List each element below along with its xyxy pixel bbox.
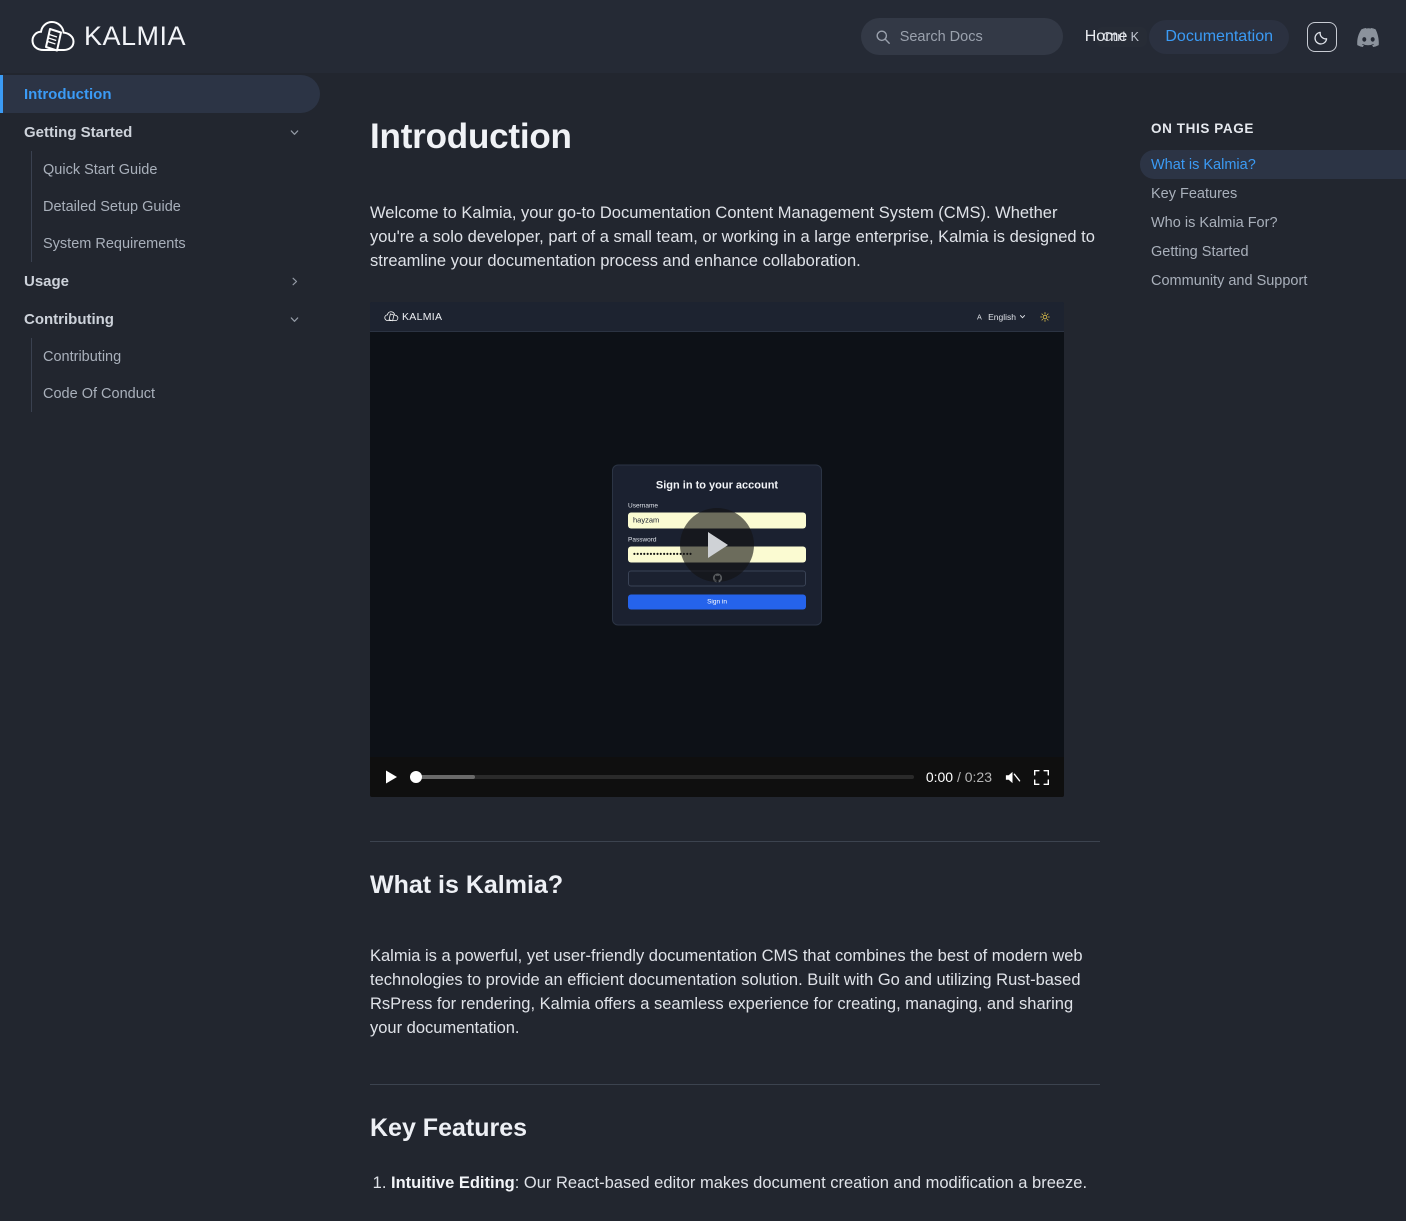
cloud-document-logo-icon xyxy=(31,20,75,51)
discord-link[interactable] xyxy=(1355,27,1380,47)
toc-item-who-is-kalmia-for[interactable]: Who is Kalmia For? xyxy=(1140,208,1406,237)
section-divider xyxy=(370,1084,1100,1085)
toc-item-label: Getting Started xyxy=(1151,243,1249,260)
video-duration: 0:23 xyxy=(964,769,992,785)
sidebar-item-introduction[interactable]: Introduction xyxy=(0,75,320,113)
list-item: Intuitive Editing: Our React-based edito… xyxy=(391,1171,1100,1195)
sidebar-item-label: System Requirements xyxy=(43,235,186,252)
search-icon xyxy=(876,30,890,44)
chevron-right-icon xyxy=(292,277,298,285)
language-selector[interactable]: A English xyxy=(977,312,1026,322)
theme-toggle-button[interactable] xyxy=(1307,21,1337,52)
language-label: English xyxy=(988,311,1016,322)
toc-item-label: Who is Kalmia For? xyxy=(1151,214,1278,231)
search-box[interactable]: Ctrl K xyxy=(860,18,1147,55)
search-input[interactable] xyxy=(899,28,1087,45)
feature-description: : Our React-based editor makes document … xyxy=(514,1174,1088,1192)
video-controls: 0:00 / 0:23 xyxy=(370,757,1064,797)
toc-title: ON THIS PAGE xyxy=(1151,121,1254,136)
sidebar-item-system-requirements[interactable]: System Requirements xyxy=(32,225,340,262)
sidebar-group-contributing[interactable]: Contributing xyxy=(0,300,320,338)
video-brand-name: KALMIA xyxy=(402,310,443,323)
discord-icon xyxy=(1357,27,1379,47)
brand-name: KALMIA xyxy=(84,21,187,51)
video-header-actions: A English xyxy=(977,312,1050,322)
sun-icon[interactable] xyxy=(1040,311,1050,322)
cloud-document-logo-icon xyxy=(384,311,399,322)
nav-link-home[interactable]: Home xyxy=(1081,26,1132,48)
video-time-display: 0:00 / 0:23 xyxy=(926,769,992,785)
toc-item-what-is-kalmia[interactable]: What is Kalmia? xyxy=(1140,150,1406,179)
top-header: KALMIA Ctrl K Home Documentation xyxy=(0,0,1406,73)
chevron-down-icon xyxy=(1019,315,1026,319)
section-paragraph-what-is-kalmia: Kalmia is a powerful, yet user-friendly … xyxy=(370,947,1083,1037)
intro-paragraph: Welcome to Kalmia, your go-to Documentat… xyxy=(370,204,1095,270)
toc-item-label: Key Features xyxy=(1151,185,1238,202)
play-button[interactable] xyxy=(384,769,398,785)
signin-button[interactable]: Sign in xyxy=(628,594,806,609)
translate-icon: A xyxy=(977,313,982,321)
brand-logo[interactable]: KALMIA xyxy=(30,17,186,57)
sidebar-item-quick-start-guide[interactable]: Quick Start Guide xyxy=(32,151,340,188)
sidebar-group-getting-started[interactable]: Getting Started xyxy=(0,113,320,151)
video-player[interactable]: KALMIA A English Sign in to your account… xyxy=(370,302,1064,797)
sidebar-group-label: Contributing xyxy=(24,310,114,328)
play-icon xyxy=(708,531,728,558)
sidebar-item-detailed-setup-guide[interactable]: Detailed Setup Guide xyxy=(32,188,340,225)
video-time-separator: / xyxy=(956,769,961,785)
feature-term: Intuitive Editing xyxy=(391,1174,515,1192)
sidebar-item-label: Detailed Setup Guide xyxy=(43,198,181,215)
sidebar-item-contributing[interactable]: Contributing xyxy=(32,338,340,375)
nav-link-documentation[interactable]: Documentation xyxy=(1149,19,1289,54)
section-heading-key-features: Key Features xyxy=(370,1114,528,1142)
svg-text:A: A xyxy=(977,313,982,321)
video-current-time: 0:00 xyxy=(925,769,954,785)
section-divider xyxy=(370,841,1100,842)
header-actions: Ctrl K Home Documentation xyxy=(860,0,1380,73)
toc-item-community-and-support[interactable]: Community and Support xyxy=(1140,266,1406,295)
sidebar-item-label: Code Of Conduct xyxy=(43,385,156,402)
on-this-page-panel: ON THIS PAGE What is Kalmia? Key Feature… xyxy=(1140,73,1406,1221)
sidebar-item-code-of-conduct[interactable]: Code Of Conduct xyxy=(32,375,340,412)
toc-item-label: What is Kalmia? xyxy=(1151,156,1256,173)
toc-item-getting-started[interactable]: Getting Started xyxy=(1140,237,1406,266)
page-title: Introduction xyxy=(370,117,572,156)
fullscreen-icon[interactable] xyxy=(1033,769,1050,786)
sidebar-item-label: Introduction xyxy=(24,85,112,103)
video-brand-logo: KALMIA xyxy=(384,310,442,323)
sidebar-item-label: Contributing xyxy=(43,348,122,365)
sidebar-group-label: Usage xyxy=(24,272,70,290)
video-play-overlay-button[interactable] xyxy=(680,507,754,582)
toc-item-label: Community and Support xyxy=(1151,272,1308,289)
sidebar-group-label: Getting Started xyxy=(24,123,133,141)
login-title: Sign in to your account xyxy=(655,479,779,491)
section-heading-what-is-kalmia: What is Kalmia? xyxy=(370,871,564,899)
sidebar-nav: Introduction Getting Started Quick Start… xyxy=(0,73,340,1221)
muted-speaker-icon[interactable] xyxy=(1004,769,1021,786)
video-progress-handle[interactable] xyxy=(410,771,422,783)
video-progress-slider[interactable] xyxy=(410,771,914,783)
chevron-down-icon xyxy=(290,129,299,135)
key-features-list: Intuitive Editing: Our React-based edito… xyxy=(370,1171,1100,1195)
chevron-down-icon xyxy=(290,316,299,322)
moon-icon xyxy=(1313,31,1327,45)
sidebar-subgroup-getting-started: Quick Start Guide Detailed Setup Guide S… xyxy=(31,151,340,262)
video-stage: Sign in to your account Username hayzam … xyxy=(370,332,1064,757)
main-content: Introduction Welcome to Kalmia, your go-… xyxy=(340,73,1140,1221)
sidebar-item-label: Quick Start Guide xyxy=(43,161,158,178)
video-app-header: KALMIA A English xyxy=(370,302,1064,332)
toc-item-key-features[interactable]: Key Features xyxy=(1140,179,1406,208)
sidebar-subgroup-contributing: Contributing Code Of Conduct xyxy=(31,338,340,412)
sidebar-group-usage[interactable]: Usage xyxy=(0,262,320,300)
